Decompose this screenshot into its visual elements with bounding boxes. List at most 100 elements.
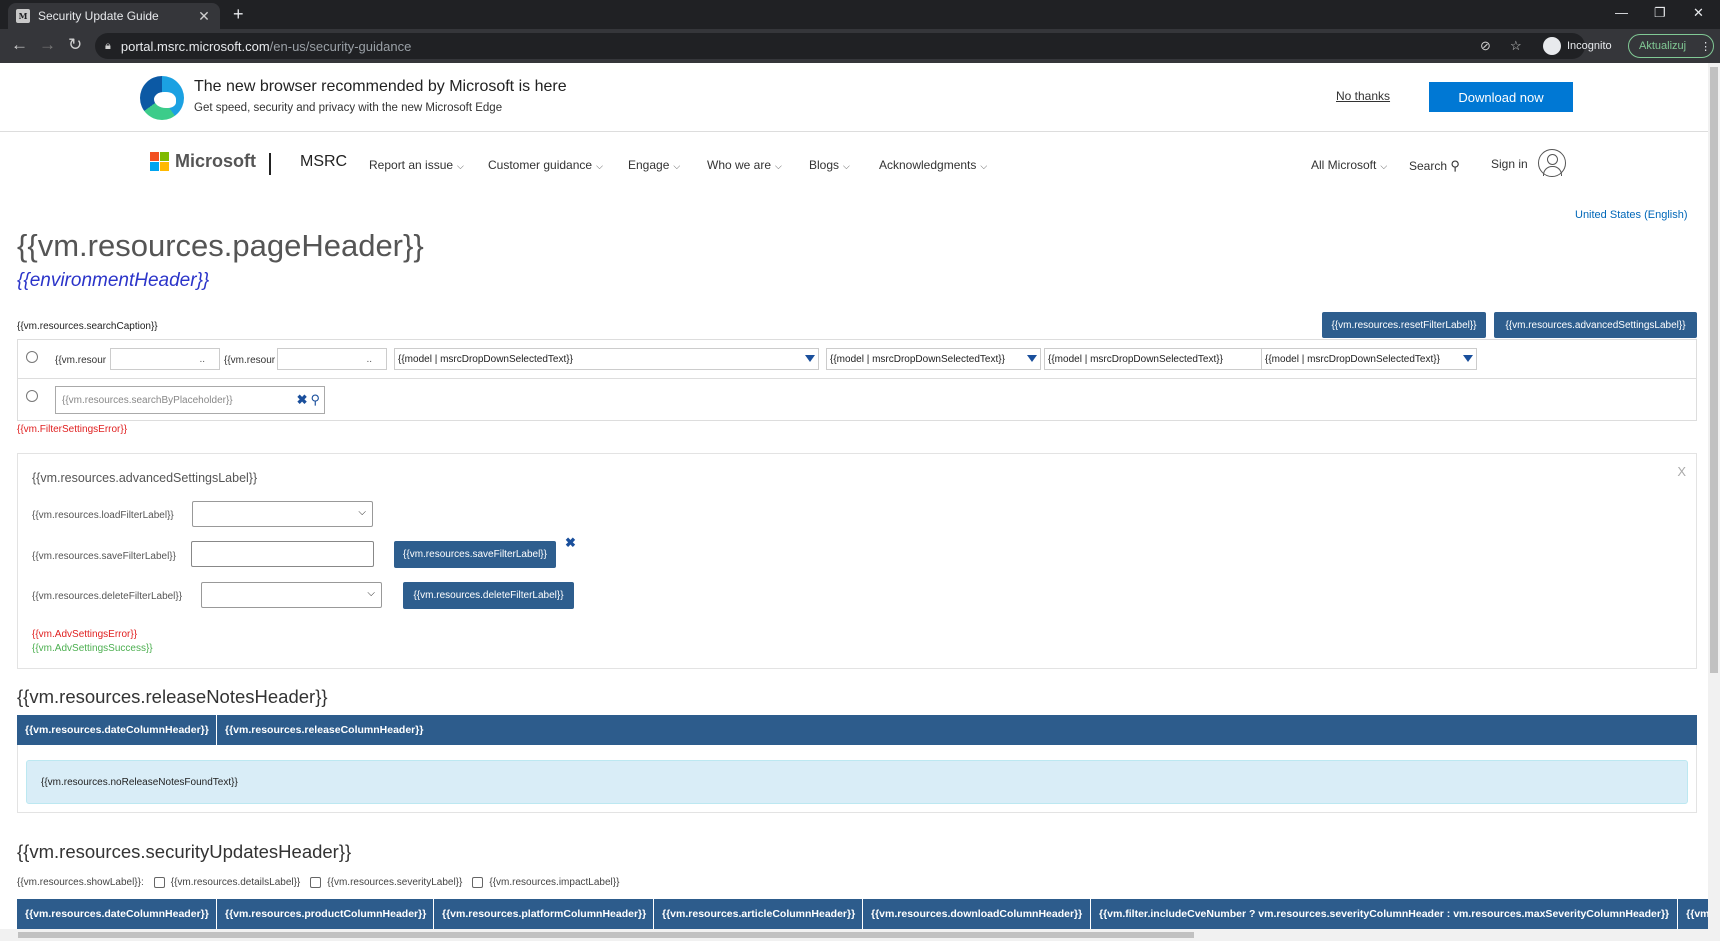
clear-save-filter-icon[interactable]: ✖ [565, 535, 576, 551]
delete-filter-button[interactable]: {{vm.resources.deleteFilterLabel}} [403, 582, 574, 609]
adv-settings-error: {{vm.AdvSettingsError}} [32, 629, 138, 640]
reset-filter-button[interactable]: {{vm.resources.resetFilterLabel}} [1322, 312, 1486, 338]
page-title: {{vm.resources.pageHeader}} [17, 228, 424, 263]
url-path: /en-us/security-guidance [269, 38, 412, 54]
all-microsoft-menu[interactable]: All Microsoft ⌵ [1311, 158, 1387, 172]
no-release-notes-message: {{vm.resources.noReleaseNotesFoundText}} [26, 760, 1688, 804]
severity-option-label: {{vm.resources.severityLabel}} [327, 877, 463, 888]
from-date-input[interactable]: .. [110, 348, 220, 370]
window-close-icon[interactable]: ✕ [1693, 5, 1704, 21]
nav-who-we-are[interactable]: Who we are ⌵ [707, 158, 782, 172]
microsoft-wordmark[interactable]: Microsoft [175, 151, 256, 172]
release-column-header[interactable]: {{vm.resources.releaseColumnHeader}} [217, 715, 1697, 745]
horizontal-scrollbar[interactable] [0, 929, 1708, 941]
close-advanced-icon[interactable]: X [1677, 464, 1686, 479]
browser-tab-bar: M Security Update Guide ✕ + — ❐ ✕ [0, 0, 1720, 29]
avatar-icon[interactable] [1538, 149, 1566, 177]
reload-icon[interactable]: ↻ [68, 35, 82, 55]
nav-label: Engage [628, 158, 670, 172]
su-truncated-column-header[interactable]: {{vm.fi [1678, 899, 1708, 929]
dropdown-caret-icon [1463, 355, 1473, 362]
adv-settings-success: {{vm.AdvSettingsSuccess}} [32, 643, 153, 654]
details-checkbox[interactable] [153, 877, 165, 888]
sign-in-link[interactable]: Sign in [1491, 157, 1528, 171]
save-filter-button[interactable]: {{vm.resources.saveFilterLabel}} [394, 541, 556, 568]
chevron-down-icon: ⌵ [367, 588, 375, 599]
load-filter-select[interactable]: ⌵ [192, 501, 373, 527]
update-label: Aktualizuj [1639, 40, 1687, 52]
nav-acknowledgments[interactable]: Acknowledgments ⌵ [879, 158, 987, 172]
search-input[interactable]: {{vm.resources.searchByPlaceholder}} ✖ ⚲ [55, 386, 325, 414]
nav-blogs[interactable]: Blogs ⌵ [809, 158, 850, 172]
search-icon[interactable]: ⚲ [310, 392, 320, 408]
from-date-picker-button[interactable]: .. [199, 354, 205, 365]
su-product-column-header[interactable]: {{vm.resources.productColumnHeader}} [217, 899, 434, 929]
su-severity-column-header[interactable]: {{vm.filter.includeCveNumber ? vm.resour… [1091, 899, 1679, 929]
browser-toolbar: ← → ↻ 🔒︎ portal.msrc.microsoft.com /en-u… [0, 29, 1720, 63]
filter-settings-error: {{vm.FilterSettingsError}} [17, 424, 128, 435]
update-button[interactable]: Aktualizuj ⋮ [1628, 34, 1714, 58]
impact-checkbox[interactable] [472, 877, 484, 888]
to-date-label: {{vm.resour [224, 355, 276, 366]
tab-close-icon[interactable]: ✕ [196, 8, 212, 25]
delete-filter-select[interactable]: ⌵ [201, 582, 382, 608]
release-notes-table-header: {{vm.resources.dateColumnHeader}} {{vm.r… [17, 715, 1697, 745]
search-caption: {{vm.resources.searchCaption}} [17, 321, 158, 332]
microsoft-logo-icon[interactable] [150, 152, 170, 172]
environment-header: {{environmentHeader}} [17, 270, 210, 291]
back-icon[interactable]: ← [11, 35, 28, 55]
chevron-down-icon: ⌵ [1380, 161, 1388, 171]
vertical-scrollbar[interactable] [1708, 63, 1720, 941]
incognito-indicator[interactable]: Incognito [1543, 37, 1612, 55]
browser-tab[interactable]: M Security Update Guide ✕ [8, 3, 220, 29]
save-filter-name-input[interactable] [191, 541, 374, 567]
product-dropdown[interactable]: {{model | msrcDropDownSelectedText}} [394, 348, 819, 370]
horizontal-scroll-thumb[interactable] [18, 932, 1194, 938]
vertical-scroll-thumb[interactable] [1710, 67, 1718, 673]
address-bar[interactable]: 🔒︎ portal.msrc.microsoft.com /en-us/secu… [95, 33, 1585, 59]
clear-search-icon[interactable]: ✖ [297, 392, 308, 408]
forward-icon[interactable]: → [39, 35, 56, 55]
advanced-settings-button[interactable]: {{vm.resources.advancedSettingsLabel}} [1494, 312, 1697, 338]
details-option-label: {{vm.resources.detailsLabel}} [170, 877, 301, 888]
date-filter-radio[interactable] [26, 351, 38, 363]
nav-label: Who we are [707, 158, 772, 172]
to-date-input[interactable]: .. [277, 348, 387, 370]
platform-dropdown[interactable]: {{model | msrcDropDownSelectedText}} [826, 348, 1041, 370]
dropdown-value: {{model | msrcDropDownSelectedText}} [1048, 353, 1223, 365]
incognito-label: Incognito [1567, 40, 1612, 52]
date-column-header[interactable]: {{vm.resources.dateColumnHeader}} [17, 715, 217, 745]
release-notes-header: {{vm.resources.releaseNotesHeader}} [17, 686, 328, 707]
search-label: Search [1409, 159, 1448, 173]
tracking-blocked-icon[interactable]: ⊘ [1480, 38, 1491, 54]
to-date-picker-button[interactable]: .. [366, 354, 372, 365]
nav-engage[interactable]: Engage ⌵ [628, 158, 680, 172]
su-date-column-header[interactable]: {{vm.resources.dateColumnHeader}} [17, 899, 217, 929]
minimize-icon[interactable]: — [1615, 5, 1628, 20]
impact-dropdown[interactable]: {{model | msrcDropDownSelectedText}} [1261, 348, 1477, 370]
su-download-column-header[interactable]: {{vm.resources.downloadColumnHeader}} [863, 899, 1091, 929]
tab-title: Security Update Guide [38, 9, 159, 23]
nav-report-an-issue[interactable]: Report an issue ⌵ [369, 158, 464, 172]
new-tab-icon[interactable]: + [233, 4, 244, 24]
severity-dropdown[interactable]: {{model | msrcDropDownSelectedText}} [1044, 348, 1275, 370]
advanced-settings-title: {{vm.resources.advancedSettingsLabel}} [32, 471, 258, 485]
menu-dots-icon[interactable]: ⋮ [1700, 40, 1711, 53]
download-now-button[interactable]: Download now [1429, 82, 1573, 112]
header-divider [269, 153, 271, 175]
msrc-home-link[interactable]: MSRC [300, 153, 347, 171]
nav-customer-guidance[interactable]: Customer guidance ⌵ [488, 158, 603, 172]
severity-checkbox[interactable] [310, 877, 322, 888]
no-thanks-link[interactable]: No thanks [1336, 89, 1390, 103]
search-filter-radio[interactable] [26, 390, 38, 402]
edge-promo-banner: The new browser recommended by Microsoft… [0, 63, 1708, 132]
search-button[interactable]: Search ⚲ [1409, 158, 1460, 174]
chevron-down-icon: ⌵ [358, 507, 366, 518]
bookmark-star-icon[interactable]: ☆ [1510, 38, 1522, 54]
su-article-column-header[interactable]: {{vm.resources.articleColumnHeader}} [654, 899, 863, 929]
filter-row-divider [18, 378, 1696, 379]
locale-link[interactable]: United States (English) [1575, 209, 1688, 221]
su-platform-column-header[interactable]: {{vm.resources.platformColumnHeader}} [434, 899, 654, 929]
restore-icon[interactable]: ❐ [1654, 5, 1666, 21]
site-header: Microsoft MSRC Report an issue ⌵ Customer… [0, 133, 1708, 193]
